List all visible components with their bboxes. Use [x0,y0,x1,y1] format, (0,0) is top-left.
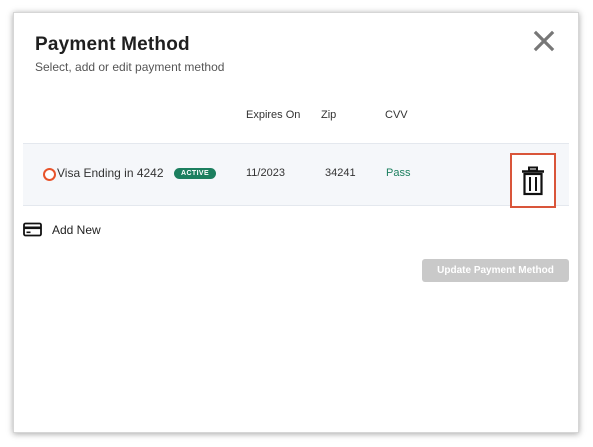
update-payment-method-button[interactable]: Update Payment Method [422,259,569,282]
header-expires-on: Expires On [246,109,301,121]
expires-value: 11/2023 [246,167,285,179]
zip-value: 34241 [325,167,356,179]
modal-subtitle: Select, add or edit payment method [35,60,225,74]
modal-title: Payment Method [35,34,190,55]
cvv-value: Pass [386,167,411,179]
trash-icon [522,166,544,195]
delete-button[interactable] [510,153,556,208]
close-button[interactable] [532,29,556,53]
add-new-label: Add New [52,222,101,237]
payment-method-row[interactable]: Visa Ending in 4242 ACTIVE 11/2023 34241… [23,143,569,208]
header-zip: Zip [321,109,337,121]
add-new-button[interactable]: Add New [23,222,101,237]
card-label: Visa Ending in 4242 [57,166,164,180]
status-badge: ACTIVE [174,168,217,179]
close-icon [533,30,555,52]
payment-method-modal: Payment Method Select, add or edit payme… [13,12,579,433]
header-cvv: CVV [385,109,408,121]
credit-card-icon [23,222,42,237]
select-radio-button[interactable] [43,168,56,181]
